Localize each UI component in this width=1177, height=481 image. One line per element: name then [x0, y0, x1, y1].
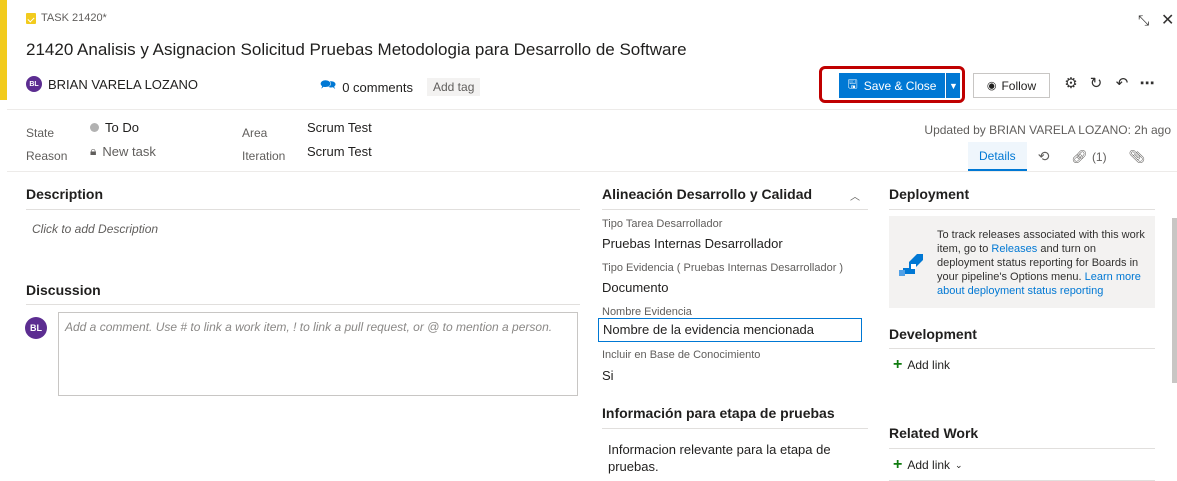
comment-icon[interactable]: 🗪	[320, 76, 336, 98]
state-label: State	[26, 126, 55, 140]
save-close-button[interactable]: 🖫 Save & Close	[839, 73, 945, 98]
development-add-link-label: Add link	[907, 358, 951, 372]
deployment-title[interactable]: Deployment	[889, 186, 969, 202]
work-item-type: TASK 21420*	[26, 12, 107, 24]
chevron-down-icon: ⌄	[955, 459, 963, 470]
development-divider	[889, 348, 1155, 349]
work-item-tabs: Details ⟲ 🔗︎ (1) 📎︎	[968, 142, 1156, 171]
area-value[interactable]: Scrum Test	[307, 120, 372, 135]
task-icon	[26, 12, 36, 24]
save-icon: 🖫	[847, 77, 858, 91]
development-title[interactable]: Development	[889, 326, 977, 342]
work-item-accent-bar	[0, 0, 7, 100]
description-title[interactable]: Description	[26, 186, 103, 202]
iteration-label: Iteration	[242, 149, 286, 163]
development-add-link[interactable]: + Add link	[893, 356, 950, 374]
incluir-label: Incluir en Base de Conocimiento	[602, 349, 761, 361]
pruebas-title[interactable]: Información para etapa de pruebas	[602, 405, 835, 421]
state-value: To Do	[105, 120, 139, 135]
history-icon: ⟲	[1037, 148, 1050, 164]
collapse-icon[interactable]: ⤡	[1138, 12, 1149, 29]
add-tag-button[interactable]: Add tag	[427, 78, 481, 96]
nombre-evidencia-label: Nombre Evidencia	[602, 306, 692, 318]
gear-icon[interactable]: ⚙	[1062, 74, 1080, 92]
task-type-label: TASK 21420*	[41, 12, 107, 24]
tipo-evidencia-label: Tipo Evidencia ( Pruebas Internas Desarr…	[602, 262, 844, 274]
tab-history[interactable]: ⟲	[1027, 142, 1061, 171]
follow-label: Follow	[1001, 78, 1037, 93]
avatar: BL	[25, 317, 47, 339]
close-icon[interactable]: ✕	[1161, 10, 1174, 30]
attachment-icon: 📎︎	[1128, 148, 1146, 164]
assigned-to-name: BRIAN VARELA LOZANO	[48, 76, 199, 92]
area-label: Area	[242, 126, 268, 140]
avatar: BL	[26, 76, 42, 92]
updated-by[interactable]: Updated by BRIAN VARELA LOZANO: 2h ago	[924, 123, 1171, 137]
more-icon[interactable]: ⋯	[1138, 74, 1156, 92]
assigned-to[interactable]: BL BRIAN VARELA LOZANO	[26, 76, 198, 92]
related-add-link[interactable]: + Add link ⌄	[893, 456, 963, 474]
comments-count[interactable]: 0 comments	[342, 80, 413, 95]
comments-area: 🗪 0 comments Add tag	[320, 76, 481, 98]
reason-field[interactable]: 🔒︎ New task	[90, 144, 156, 159]
refresh-icon[interactable]: ↻	[1087, 74, 1105, 92]
discussion-title[interactable]: Discussion	[26, 282, 101, 298]
chevron-up-icon[interactable]: ︿	[850, 188, 860, 203]
pipeline-icon	[897, 248, 925, 281]
tab-links[interactable]: 🔗︎ (1)	[1060, 142, 1117, 171]
related-add-link-label: Add link	[907, 458, 951, 472]
tipo-tarea-label: Tipo Tarea Desarrollador	[602, 218, 723, 230]
save-close-label: Save & Close	[863, 78, 937, 93]
tipo-tarea-value[interactable]: Pruebas Internas Desarrollador	[602, 236, 783, 251]
fields-divider	[7, 171, 1177, 172]
header-divider	[7, 109, 1177, 110]
description-divider	[26, 209, 580, 210]
eye-icon: ◉	[986, 80, 997, 92]
pruebas-value[interactable]: Informacion relevante para la etapa de p…	[608, 441, 858, 475]
scrollbar[interactable]	[1172, 218, 1177, 383]
chevron-down-icon: ▼	[949, 80, 958, 91]
plus-icon: +	[893, 456, 903, 473]
reason-label: Reason	[26, 149, 68, 163]
deployment-message: To track releases associated with this w…	[937, 228, 1151, 298]
discussion-divider	[26, 304, 580, 305]
plus-icon: +	[893, 356, 903, 373]
work-item-title[interactable]: 21420 Analisis y Asignacion Solicitud Pr…	[26, 40, 687, 60]
deployment-divider	[889, 209, 1155, 210]
link-icon: 🔗︎	[1071, 148, 1088, 164]
releases-link[interactable]: Releases	[991, 243, 1037, 255]
iteration-value[interactable]: Scrum Test	[307, 144, 372, 159]
lock-icon: 🔒︎	[90, 144, 97, 158]
description-editor[interactable]: Click to add Description	[32, 222, 158, 236]
save-dropdown-button[interactable]: ▼	[946, 73, 960, 98]
alineacion-title[interactable]: Alineación Desarrollo y Calidad	[602, 186, 812, 202]
follow-button[interactable]: ◉ Follow	[973, 73, 1050, 98]
undo-icon[interactable]: ↶	[1113, 74, 1131, 92]
state-field[interactable]: To Do	[90, 120, 139, 135]
nombre-evidencia-input[interactable]: Nombre de la evidencia mencionada	[598, 318, 862, 342]
reason-value: New task	[102, 144, 156, 159]
related-work-title[interactable]: Related Work	[889, 425, 978, 441]
links-count: (1)	[1091, 149, 1107, 164]
tab-attachments[interactable]: 📎︎	[1118, 142, 1157, 171]
pruebas-divider	[602, 428, 868, 429]
incluir-value[interactable]: Si	[602, 368, 614, 383]
related-work-divider	[889, 448, 1155, 449]
tipo-evidencia-value[interactable]: Documento	[602, 280, 668, 295]
tab-details[interactable]: Details	[968, 142, 1027, 171]
alineacion-divider	[602, 209, 868, 210]
state-dot-icon	[90, 123, 99, 132]
comment-input[interactable]: Add a comment. Use # to link a work item…	[58, 312, 578, 396]
